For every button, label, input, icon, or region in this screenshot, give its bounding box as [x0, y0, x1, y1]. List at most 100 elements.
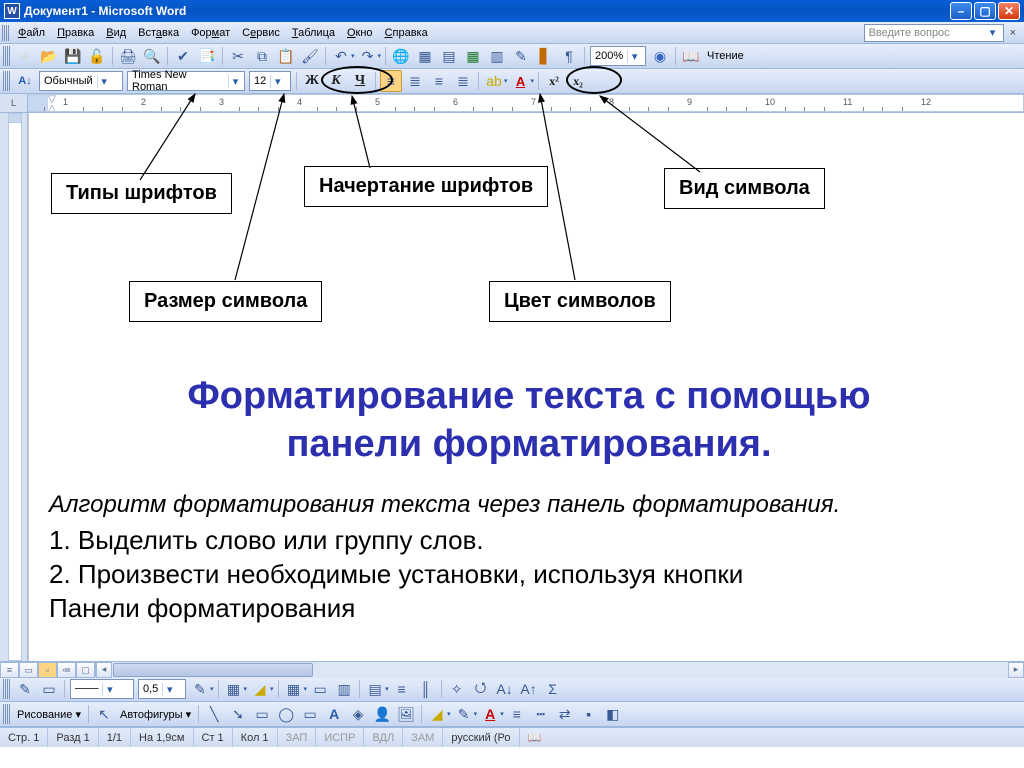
select-objects-icon[interactable]: ↖: [93, 703, 115, 725]
maximize-button[interactable]: ▢: [974, 2, 996, 20]
permissions-icon[interactable]: 🔓: [86, 45, 108, 67]
bold-button[interactable]: Ж: [301, 70, 323, 92]
horizontal-ruler[interactable]: ▽ △ 123456789101112: [28, 94, 1024, 112]
menu-insert[interactable]: Вставка: [132, 25, 185, 41]
subscript-button[interactable]: x₂: [567, 70, 589, 92]
autoshapes-menu[interactable]: Автофигуры ▾: [116, 708, 195, 721]
hscroll-thumb[interactable]: [113, 663, 313, 677]
status-rec[interactable]: ЗАП: [278, 728, 317, 747]
font-color-icon[interactable]: A: [510, 70, 532, 92]
wordart-icon[interactable]: A: [323, 703, 345, 725]
distribute-rows-icon[interactable]: ≡: [391, 678, 413, 700]
line-style-icon[interactable]: ≡: [506, 703, 528, 725]
open-icon[interactable]: 📂: [38, 45, 60, 67]
view-reading-button[interactable]: ▢: [76, 662, 95, 678]
view-web-button[interactable]: ▭: [19, 662, 38, 678]
copy-icon[interactable]: ⧉: [251, 45, 273, 67]
status-ext[interactable]: ВДЛ: [364, 728, 403, 747]
tab-type-button[interactable]: L: [0, 94, 28, 112]
status-spellcheck-icon[interactable]: 📖: [520, 728, 550, 747]
insert-table-icon[interactable]: ▤: [438, 45, 460, 67]
vertical-ruler[interactable]: [0, 113, 28, 661]
status-trk[interactable]: ИСПР: [316, 728, 364, 747]
read-mode-icon[interactable]: 📖: [680, 45, 702, 67]
cut-icon[interactable]: ✂: [227, 45, 249, 67]
help-icon[interactable]: ◉: [649, 45, 671, 67]
autosum-icon[interactable]: Σ: [542, 678, 564, 700]
text-direction-icon[interactable]: ⭯: [470, 678, 492, 700]
dash-style-icon[interactable]: ┅: [530, 703, 552, 725]
borders-icon[interactable]: ▦: [223, 678, 245, 700]
close-doc-button[interactable]: ×: [1004, 27, 1022, 39]
italic-button[interactable]: К: [325, 70, 347, 92]
font-size-combo[interactable]: 12 ▾: [249, 71, 291, 91]
autoformat-icon[interactable]: ✧: [446, 678, 468, 700]
merge-cells-icon[interactable]: ▭: [309, 678, 331, 700]
doc-map-icon[interactable]: ▋: [534, 45, 556, 67]
print-preview-icon[interactable]: 🔍: [141, 45, 163, 67]
border-color-icon[interactable]: ✎: [189, 678, 211, 700]
superscript-button[interactable]: x²: [543, 70, 565, 92]
redo-icon[interactable]: ↷: [357, 45, 379, 67]
columns-icon[interactable]: ▥: [486, 45, 508, 67]
status-ovr[interactable]: ЗАМ: [403, 728, 443, 747]
split-cells-icon[interactable]: ▥: [333, 678, 355, 700]
drawing-icon[interactable]: ✎: [510, 45, 532, 67]
status-language[interactable]: русский (Ро: [443, 728, 519, 747]
spellcheck-icon[interactable]: ✔︎: [172, 45, 194, 67]
view-normal-button[interactable]: ≡: [0, 662, 19, 678]
shading-color-icon[interactable]: ◢: [249, 678, 271, 700]
undo-icon[interactable]: ↶: [330, 45, 352, 67]
align-justify-icon[interactable]: ≣: [452, 70, 474, 92]
align-center-icon[interactable]: ≣: [404, 70, 426, 92]
font-color-draw-icon[interactable]: A: [479, 703, 501, 725]
diagram-icon[interactable]: ◈: [347, 703, 369, 725]
oval-icon[interactable]: ◯: [275, 703, 297, 725]
menu-edit[interactable]: Правка: [51, 25, 100, 41]
styles-pane-icon[interactable]: A↓: [14, 70, 36, 92]
sort-asc-icon[interactable]: A↓: [494, 678, 516, 700]
align-cell-icon[interactable]: ▤: [364, 678, 386, 700]
font-combo[interactable]: Times New Roman ▾: [127, 71, 245, 91]
shadow-icon[interactable]: ▪: [578, 703, 600, 725]
view-outline-button[interactable]: ≔: [57, 662, 76, 678]
draw-table-icon[interactable]: ✎: [14, 678, 36, 700]
clipart-icon[interactable]: 👤: [371, 703, 393, 725]
line-icon[interactable]: ╲: [203, 703, 225, 725]
line-style-combo[interactable]: ───▾: [70, 679, 134, 699]
hyperlink-icon[interactable]: 🌐: [390, 45, 412, 67]
scroll-left-button[interactable]: ◂: [96, 662, 112, 678]
3d-icon[interactable]: ◧: [602, 703, 624, 725]
underline-button[interactable]: Ч: [349, 70, 371, 92]
zoom-combo[interactable]: 200% ▾: [590, 46, 646, 66]
menu-help[interactable]: Справка: [379, 25, 434, 41]
menu-view[interactable]: Вид: [100, 25, 132, 41]
paste-icon[interactable]: 📋: [275, 45, 297, 67]
align-left-icon[interactable]: ≡: [380, 70, 402, 92]
research-icon[interactable]: 📑: [196, 45, 218, 67]
highlight-icon[interactable]: ab: [483, 70, 505, 92]
minimize-button[interactable]: –: [950, 2, 972, 20]
style-combo[interactable]: Обычный ▾: [39, 71, 123, 91]
line-weight-combo[interactable]: 0,5▾: [138, 679, 186, 699]
sort-desc-icon[interactable]: A↑: [518, 678, 540, 700]
rectangle-icon[interactable]: ▭: [251, 703, 273, 725]
menu-tools[interactable]: Сервис: [236, 25, 286, 41]
eraser-icon[interactable]: ▭: [38, 678, 60, 700]
distribute-cols-icon[interactable]: ║: [415, 678, 437, 700]
fill-color-icon[interactable]: ◢: [426, 703, 448, 725]
read-mode-label[interactable]: Чтение: [703, 50, 748, 62]
tables-borders-icon[interactable]: ▦: [414, 45, 436, 67]
scroll-right-button[interactable]: ▸: [1008, 662, 1024, 678]
hscroll-track[interactable]: [112, 662, 1008, 678]
menu-file[interactable]: Файл: [12, 25, 51, 41]
excel-icon[interactable]: ▦: [462, 45, 484, 67]
view-print-button[interactable]: ▫: [38, 662, 57, 678]
new-doc-icon[interactable]: ▫️: [14, 45, 36, 67]
line-color-icon[interactable]: ✎: [453, 703, 475, 725]
insert-picture-icon[interactable]: 🖼: [395, 703, 417, 725]
format-painter-icon[interactable]: 🖌: [299, 45, 321, 67]
menu-window[interactable]: Окно: [341, 25, 379, 41]
show-marks-icon[interactable]: ¶: [558, 45, 580, 67]
align-right-icon[interactable]: ≡: [428, 70, 450, 92]
